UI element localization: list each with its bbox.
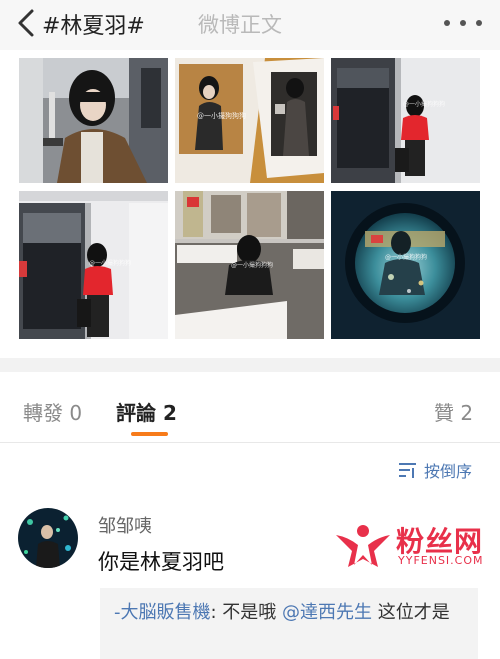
tab-likes-label: 贊 [434,401,454,425]
tab-comments-label: 評論 [116,401,156,425]
tab-likes[interactable]: 贊 2 [434,397,473,426]
comment-text: 你是林夏羽吧 [98,550,224,574]
reply-mention-link[interactable]: @達西先生 [282,602,372,623]
sort-descending-icon [399,462,416,478]
photo-3[interactable]: @一小撮狗狗狗 [331,58,480,183]
more-button[interactable] [440,8,486,38]
more-icon-dot [444,20,450,26]
tab-repost-label: 轉發 [23,401,63,425]
svg-text:@一小撮狗狗狗: @一小撮狗狗狗 [89,259,131,267]
reply-separator: : [210,602,223,623]
photo-6[interactable]: @一小撮狗狗狗 [331,191,480,339]
svg-text:@一小撮狗狗狗: @一小撮狗狗狗 [231,261,273,269]
site-watermark: 粉丝网 YYFENSI.COM [334,520,498,572]
comment-reply[interactable]: -大脳販售機: 不是哦 @達西先生 这位才是 [100,588,478,659]
tab-repost-count: 0 [69,401,83,425]
chevron-left-icon [18,9,34,37]
photo-1[interactable] [19,58,168,183]
tab-comments[interactable]: 評論 2 [116,397,177,426]
photo-5[interactable]: @一小撮狗狗狗 [175,191,324,339]
watermark-logo-icon [336,525,390,567]
active-tab-indicator [131,432,168,436]
topic-title[interactable]: #林夏羽# [42,8,145,40]
photo-grid: @一小撮狗狗狗 @一小撮狗狗狗 @一小撮狗狗狗 @一小撮狗狗狗 @一小撮狗狗狗 [0,50,500,345]
photo-2[interactable]: @一小撮狗狗狗 [175,58,324,183]
sort-order-label: 按倒序 [424,462,473,481]
more-icon-dot [460,20,466,26]
svg-text:@一小撮狗狗狗: @一小撮狗狗狗 [197,111,246,120]
reply-username[interactable]: -大脳販售機 [114,602,211,623]
svg-text:@一小撮狗狗狗: @一小撮狗狗狗 [385,253,427,261]
photo-4[interactable]: @一小撮狗狗狗 [19,191,168,339]
back-button[interactable] [14,8,40,38]
reply-text-tail: 这位才是 [372,602,450,623]
watermark-url: YYFENSI.COM [398,554,484,567]
more-icon-dot [476,20,482,26]
section-divider [0,358,500,372]
tab-likes-count: 2 [460,401,474,425]
tab-repost[interactable]: 轉發 0 [23,397,82,426]
page-title: 微博正文 [198,13,282,37]
reply-text: 不是哦 [222,602,283,623]
interaction-tabs: 轉發 0 評論 2 贊 2 [0,372,500,442]
comment-username[interactable]: 邹邹咦 [98,512,152,538]
svg-text:@一小撮狗狗狗: @一小撮狗狗狗 [403,100,445,108]
tab-comments-count: 2 [162,401,177,425]
sort-order-button[interactable]: 按倒序 [398,458,472,482]
avatar[interactable] [18,508,78,568]
tabs-divider [0,442,500,443]
navbar: #林夏羽# 微博正文 [0,0,500,50]
